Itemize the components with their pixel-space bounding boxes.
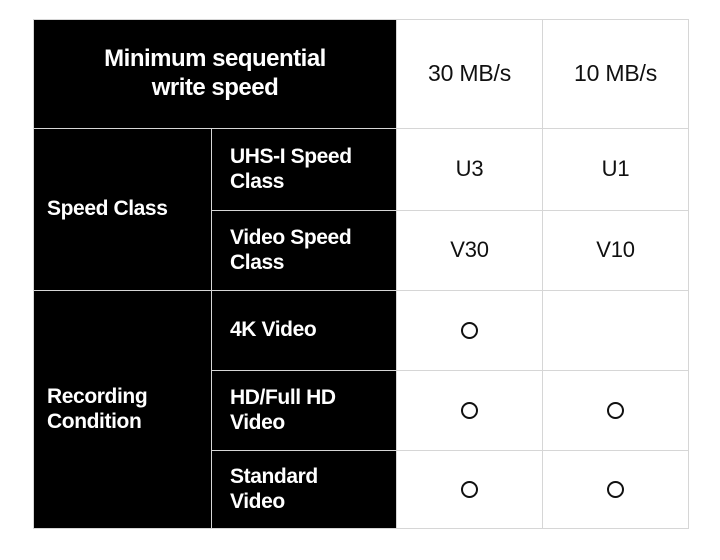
cell-min-write-speed-col1: 30 MB/s bbox=[396, 19, 544, 129]
group-label-recording-line-2: Condition bbox=[47, 409, 142, 433]
value-video-v30: V30 bbox=[450, 237, 489, 263]
row-label-video-line-2: Class bbox=[230, 250, 285, 274]
cell-standard-video-col2 bbox=[542, 450, 690, 529]
row-label-4k-video-text: 4K Video bbox=[230, 318, 317, 342]
supported-circle-icon bbox=[607, 480, 625, 498]
row-label-video-speed-class-text: Video Speed Class bbox=[212, 226, 396, 275]
table-row-uhs-i-speed-class: Speed Class UHS-I Speed Class U3 U1 bbox=[33, 128, 690, 291]
row-label-standard-video-text: Standard Video bbox=[212, 465, 396, 514]
cell-video-speed-col2: V10 bbox=[542, 210, 690, 291]
value-video-v10: V10 bbox=[596, 237, 635, 263]
value-uhs-u3: U3 bbox=[455, 156, 484, 182]
sd-card-speed-class-table: Minimum sequential write speed 30 MB/s 10… bbox=[32, 19, 690, 529]
row-label-hd-line-2: Video bbox=[230, 410, 285, 434]
group-label-recording-line-1: Recording bbox=[47, 385, 148, 409]
cell-4k-video-col2 bbox=[542, 290, 690, 371]
table-row-min-write-speed: Minimum sequential write speed 30 MB/s 10… bbox=[32, 19, 690, 129]
cell-min-write-speed-col2: 10 MB/s bbox=[542, 19, 690, 129]
table-row-4k-video: Recording Condition 4K Video bbox=[33, 290, 690, 529]
value-min-write-speed-30: 30 MB/s bbox=[428, 60, 511, 87]
cell-hd-full-hd-col1 bbox=[396, 370, 544, 451]
row-label-hd-full-hd-video-text: HD/Full HD Video bbox=[212, 386, 396, 435]
row-label-uhs-i-speed-class: UHS-I Speed Class bbox=[210, 128, 398, 211]
cell-hd-full-hd-col2 bbox=[542, 370, 690, 451]
row-label-standard-line-2: Video bbox=[230, 489, 285, 513]
row-label-hd-full-hd-video: HD/Full HD Video bbox=[210, 370, 398, 451]
row-header-line-1: Minimum sequential bbox=[104, 45, 326, 73]
group-label-recording-condition-text: Recording Condition bbox=[34, 385, 211, 434]
supported-circle-icon bbox=[461, 480, 479, 498]
row-label-uhs-line-1: UHS-I Speed bbox=[230, 145, 352, 169]
row-label-standard-video: Standard Video bbox=[210, 450, 398, 529]
supported-circle-icon bbox=[607, 401, 625, 419]
row-label-uhs-i-speed-class-text: UHS-I Speed Class bbox=[212, 145, 396, 194]
cell-video-speed-col1: V30 bbox=[396, 210, 544, 291]
row-header-min-write-speed: Minimum sequential write speed bbox=[32, 19, 398, 129]
row-label-video-line-1: Video Speed bbox=[230, 226, 352, 250]
group-label-recording-condition: Recording Condition bbox=[33, 290, 212, 529]
group-label-speed-class-text: Speed Class bbox=[47, 197, 168, 221]
row-label-video-speed-class: Video Speed Class bbox=[210, 210, 398, 291]
supported-circle-icon bbox=[461, 321, 479, 339]
cell-standard-video-col1 bbox=[396, 450, 544, 529]
row-label-uhs-line-2: Class bbox=[230, 169, 285, 193]
row-header-min-write-speed-label: Minimum sequential write speed bbox=[34, 45, 396, 103]
cell-uhs-i-col1: U3 bbox=[396, 128, 544, 211]
value-uhs-u1: U1 bbox=[601, 156, 630, 182]
cell-uhs-i-col2: U1 bbox=[542, 128, 690, 211]
row-header-line-2: write speed bbox=[151, 74, 279, 101]
row-label-standard-line-1: Standard bbox=[230, 465, 318, 489]
group-label-speed-class: Speed Class bbox=[33, 128, 212, 291]
row-label-hd-line-1: HD/Full HD bbox=[230, 386, 336, 410]
supported-circle-icon bbox=[461, 401, 479, 419]
value-min-write-speed-10: 10 MB/s bbox=[574, 60, 657, 87]
cell-4k-video-col1 bbox=[396, 290, 544, 371]
row-label-4k-video: 4K Video bbox=[210, 290, 398, 371]
